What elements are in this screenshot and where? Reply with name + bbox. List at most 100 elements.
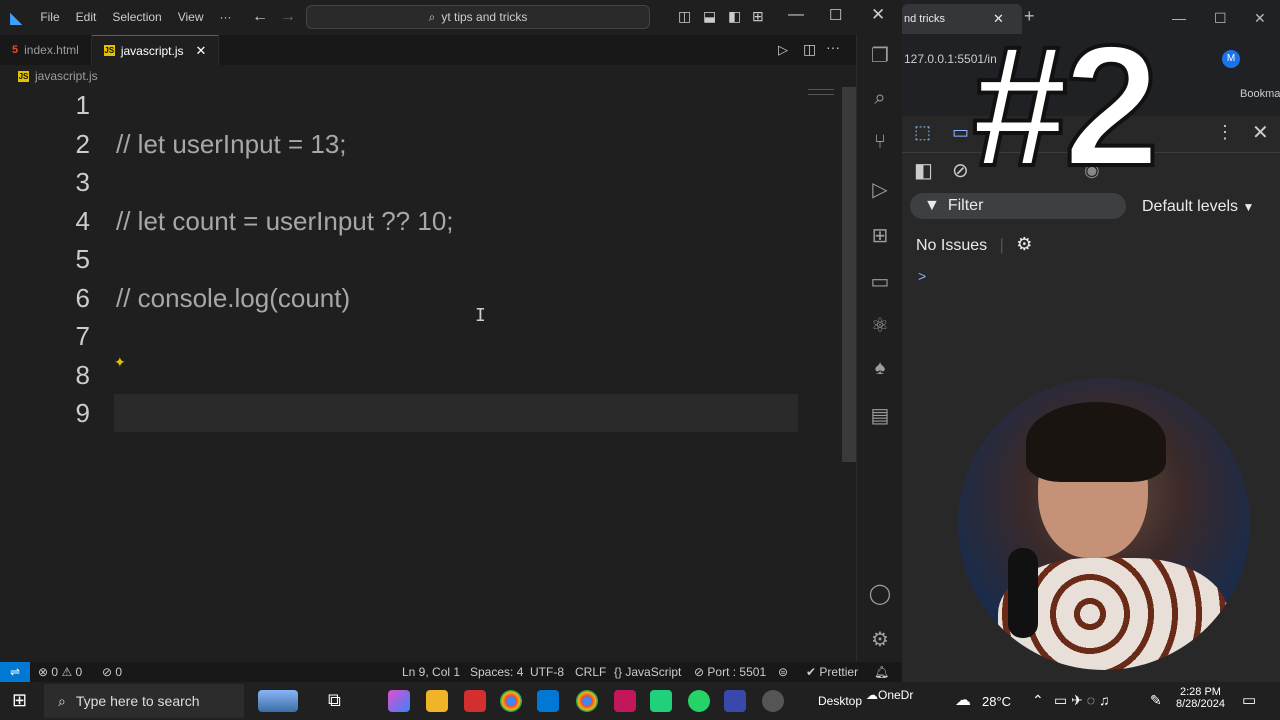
minimize-icon[interactable]: — xyxy=(788,6,804,24)
live-server-port[interactable]: ⊘ Port : 5501 xyxy=(694,665,766,679)
menu-more[interactable]: ··· xyxy=(212,0,240,35)
issues-indicator[interactable]: No Issues | ⚙ xyxy=(916,234,1032,255)
clear-console-icon[interactable]: ⊘ xyxy=(952,158,969,183)
extensions-icon[interactable]: ⊞ xyxy=(857,223,903,248)
notifications-icon[interactable]: ▭ xyxy=(1242,691,1256,709)
obs-icon[interactable] xyxy=(762,690,784,712)
log-levels-dropdown[interactable]: Default levels ▼ xyxy=(1142,198,1254,216)
inspect-element-icon[interactable]: ⬚ xyxy=(914,122,931,143)
close-window-icon[interactable]: ✕ xyxy=(871,5,885,25)
feedback-icon[interactable]: ⊜ xyxy=(778,665,788,679)
menu-edit[interactable]: Edit xyxy=(68,0,105,35)
editor-scrollbar[interactable] xyxy=(842,87,856,462)
close-devtools-icon[interactable]: ✕ xyxy=(1252,120,1269,145)
minimize-icon[interactable]: — xyxy=(1172,10,1186,26)
back-arrow-icon[interactable]: ← xyxy=(252,8,268,26)
search-icon[interactable]: ⌕ xyxy=(857,87,903,110)
more-actions-icon[interactable]: ··· xyxy=(826,39,840,55)
windows-start-icon[interactable]: ⊞ xyxy=(12,690,27,711)
gear-icon[interactable]: ⚙ xyxy=(857,627,903,652)
webcam-video xyxy=(958,378,1250,670)
prettier-status[interactable]: ✔ Prettier xyxy=(806,665,858,679)
close-tab-icon[interactable]: ✕ xyxy=(196,43,207,59)
menu-view[interactable]: View xyxy=(170,0,212,35)
chrome-profile-icon[interactable] xyxy=(576,690,598,712)
app-icon[interactable] xyxy=(614,690,636,712)
chat-icon[interactable]: ▤ xyxy=(857,403,903,428)
whatsapp-icon[interactable] xyxy=(688,690,710,712)
taskbar-search[interactable]: ⌕ Type here to search xyxy=(44,684,244,718)
ports-indicator[interactable]: ⊘ 0 xyxy=(102,665,122,679)
desktop-toolbar[interactable]: Desktop xyxy=(818,694,862,708)
weather-cloud-icon[interactable]: ☁ xyxy=(955,690,971,710)
toggle-sidebar-icon[interactable]: ◫ xyxy=(678,8,691,25)
run-icon[interactable]: ▷ xyxy=(778,42,788,58)
file-explorer-icon[interactable] xyxy=(426,690,448,712)
code-line[interactable]: // console.log(count) xyxy=(116,283,350,314)
broadcast-icon: ⊘ xyxy=(102,665,113,679)
source-control-icon[interactable]: ⑂ xyxy=(857,131,903,154)
chrome-icon[interactable] xyxy=(500,690,522,712)
command-center-search[interactable]: ⌕ yt tips and tricks xyxy=(306,5,650,29)
profile-avatar[interactable]: M xyxy=(1222,50,1240,68)
notifications-bell-icon[interactable]: 🔔︎ xyxy=(874,665,889,679)
maximize-icon[interactable]: ☐ xyxy=(829,6,842,24)
webcam-microphone xyxy=(1008,548,1038,638)
maximize-icon[interactable]: ☐ xyxy=(1214,10,1227,27)
toggle-panel-icon[interactable]: ⬓ xyxy=(703,8,716,25)
more-options-icon[interactable]: ⋮ xyxy=(1216,122,1234,143)
console-settings-gear-icon[interactable]: ⚙ xyxy=(1016,234,1032,254)
forward-arrow-icon[interactable]: → xyxy=(280,8,296,26)
editor-tabs: 5 index.html JS javascript.js ✕ ▷ ◫ ··· xyxy=(0,35,856,65)
media-app-icon[interactable] xyxy=(464,690,486,712)
line-number: 2 xyxy=(75,129,90,159)
sparkle-icon[interactable]: ✦ xyxy=(114,354,126,371)
tab-javascript-js[interactable]: JS javascript.js ✕ xyxy=(91,35,220,65)
sidebar-toggle-icon[interactable]: ◧ xyxy=(914,158,933,183)
cursor-position[interactable]: Ln 9, Col 1 xyxy=(402,665,460,679)
task-view-icon[interactable]: ⧉ xyxy=(328,690,341,711)
pycharm-icon[interactable] xyxy=(650,690,672,712)
run-debug-icon[interactable]: ▷ xyxy=(857,177,903,202)
clock[interactable]: 2:28 PM 8/28/2024 xyxy=(1176,686,1225,710)
code-line[interactable]: // let count = userInput ?? 10; xyxy=(116,206,454,237)
explorer-icon[interactable]: ❐ xyxy=(857,43,903,68)
vscode-logo-icon: ◣ xyxy=(10,9,23,27)
remote-explorer-icon[interactable]: ▭ xyxy=(857,269,903,294)
remote-icon[interactable]: ⇌ xyxy=(0,662,30,682)
vscode-icon[interactable] xyxy=(537,690,559,712)
menu-file[interactable]: File xyxy=(32,0,67,35)
problems-indicator[interactable]: ⊗ 0 ⚠ 0 xyxy=(38,665,82,679)
mongodb-leaf-icon[interactable]: ♠ xyxy=(857,357,903,380)
show-hidden-icons-chevron-icon[interactable]: ⌃ xyxy=(1032,692,1044,709)
all-bookmarks[interactable]: Bookmarks xyxy=(1240,88,1280,100)
temperature[interactable]: 28°C xyxy=(982,694,1011,709)
language-mode[interactable]: {} JavaScript xyxy=(614,665,681,679)
close-window-icon[interactable]: ✕ xyxy=(1254,10,1266,27)
code-line[interactable]: // let userInput = 13; xyxy=(116,129,347,160)
react-icon[interactable]: ⚛ xyxy=(857,313,903,338)
tray-icons[interactable]: ▭ ✈ ◌ ♫ xyxy=(1054,692,1109,709)
browser-tab-title: nd tricks xyxy=(904,13,945,25)
tab-index-html[interactable]: 5 index.html xyxy=(0,35,92,65)
js-file-icon: JS xyxy=(18,70,29,82)
breadcrumb[interactable]: JS javascript.js xyxy=(0,65,856,87)
customize-layout-icon[interactable]: ⊞ xyxy=(752,8,764,25)
device-toolbar-icon[interactable]: ▭ xyxy=(952,122,969,143)
toggle-secondary-sidebar-icon[interactable]: ◧ xyxy=(728,8,741,25)
encoding[interactable]: UTF-8 xyxy=(530,665,564,679)
app-icon[interactable] xyxy=(724,690,746,712)
onedrive-toolbar[interactable]: ☁OneDr xyxy=(866,688,913,702)
pen-icon[interactable]: ✎ xyxy=(1150,692,1162,709)
code-editor[interactable] xyxy=(0,87,856,662)
end-of-line[interactable]: CRLF xyxy=(575,665,606,679)
copilot-icon[interactable] xyxy=(388,690,410,712)
minimap[interactable] xyxy=(808,89,834,95)
indentation[interactable]: Spaces: 4 xyxy=(470,665,523,679)
no-entry-icon: ⊘ xyxy=(694,665,705,679)
js-file-icon: JS xyxy=(103,45,115,56)
split-editor-icon[interactable]: ◫ xyxy=(803,41,816,58)
menu-selection[interactable]: Selection xyxy=(104,0,169,35)
account-icon[interactable]: ◯ xyxy=(857,581,903,606)
console-prompt[interactable]: > xyxy=(918,268,926,284)
